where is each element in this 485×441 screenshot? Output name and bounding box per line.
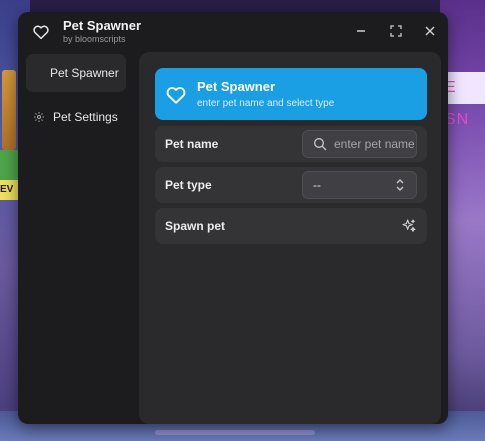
gear-icon (34, 112, 44, 122)
close-button[interactable] (420, 21, 440, 41)
heart-icon (166, 87, 186, 104)
spawn-pet-row[interactable]: Spawn pet (155, 208, 427, 244)
spawn-pet-label: Spawn pet (165, 219, 226, 233)
minimize-icon (357, 30, 365, 32)
pet-spawner-window: Pet Spawner by bloomscripts Pet Spawner (18, 12, 448, 424)
pet-name-row: Pet name (155, 126, 427, 162)
pet-type-label: Pet type (165, 178, 212, 192)
pet-type-row: Pet type -- (155, 167, 427, 203)
game-home-bar (155, 430, 315, 435)
window-subtitle: by bloomscripts (63, 34, 126, 44)
sparkles-icon[interactable] (401, 218, 417, 234)
pet-name-label: Pet name (165, 137, 219, 151)
sidebar: Pet Spawner Pet Settings (26, 52, 132, 424)
pet-name-input-box[interactable] (302, 130, 417, 158)
window-title-block: Pet Spawner by bloomscripts (63, 18, 141, 45)
sidebar-item-pet-spawner[interactable]: Pet Spawner (26, 54, 126, 92)
minimize-button[interactable] (351, 21, 371, 41)
game-ev-sign: EV (0, 180, 18, 200)
maximize-button[interactable] (386, 21, 406, 41)
chevron-up-down-icon (396, 179, 404, 191)
game-green-object (0, 150, 20, 180)
sidebar-item-label: Pet Spawner (50, 66, 119, 80)
close-icon (425, 26, 435, 36)
search-icon (314, 138, 327, 151)
maximize-icon (390, 25, 402, 37)
pet-type-value: -- (313, 178, 321, 192)
pet-type-select[interactable]: -- (302, 171, 417, 199)
window-title: Pet Spawner (63, 18, 142, 33)
heart-icon (33, 25, 49, 40)
game-jar-object (2, 70, 16, 150)
sidebar-item-pet-settings[interactable]: Pet Settings (26, 98, 126, 136)
hero-subtitle: enter pet name and select type (197, 98, 335, 109)
hero-banner: Pet Spawner enter pet name and select ty… (155, 68, 427, 120)
hero-title: Pet Spawner (197, 79, 276, 94)
pet-name-input[interactable] (334, 137, 414, 151)
sidebar-item-label: Pet Settings (53, 110, 118, 124)
content-panel: Pet Spawner enter pet name and select ty… (139, 52, 441, 424)
titlebar[interactable]: Pet Spawner by bloomscripts (18, 12, 448, 50)
